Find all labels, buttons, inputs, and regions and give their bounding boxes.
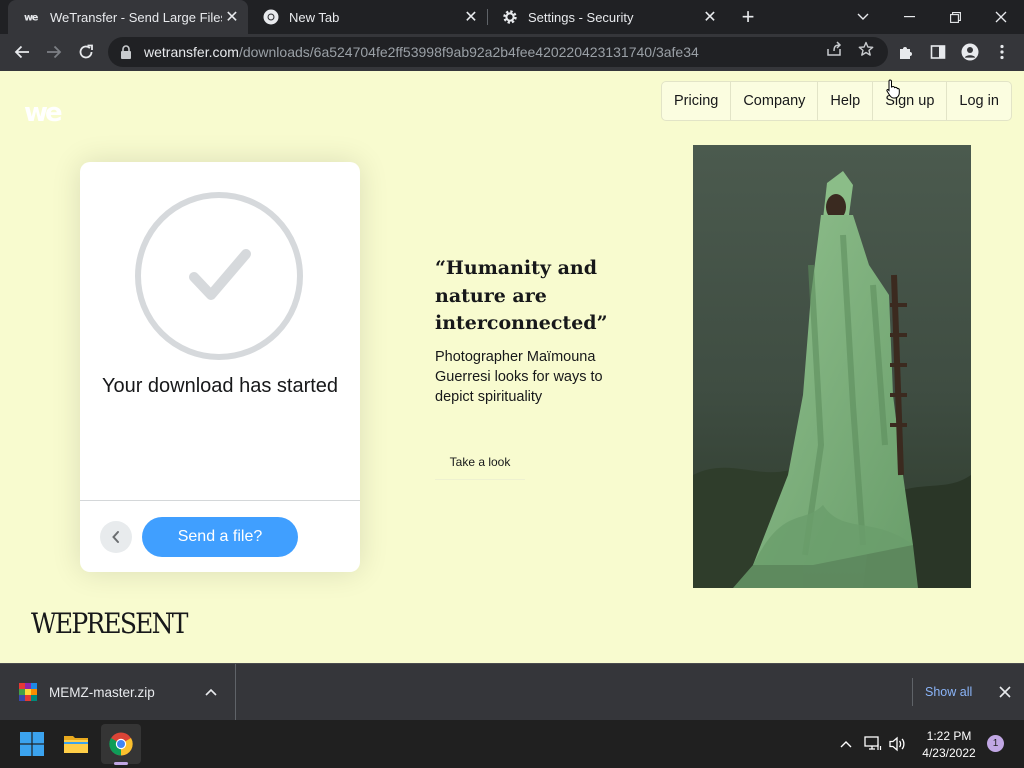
browser-toolbar: wetransfer.com/downloads/6a524704fe2ff53… [0,34,1024,71]
download-card: Your download has started Send a file? [80,162,360,572]
network-icon[interactable] [863,734,883,754]
clock-time: 1:22 PM [926,729,972,743]
wetransfer-logo[interactable]: we [24,98,63,128]
gear-icon [502,9,518,25]
wepresent-logo[interactable]: WEPRESENT [31,607,188,639]
url-host: wetransfer.com [144,44,239,60]
tab-settings-security[interactable]: Settings - Security ✕ [486,0,726,34]
reload-icon[interactable] [72,38,100,66]
start-button[interactable] [12,724,52,764]
close-shelf-icon[interactable] [994,681,1016,703]
url-text: wetransfer.com/downloads/6a524704fe2ff53… [144,44,699,60]
nav-company[interactable]: Company [731,82,819,120]
file-explorer-button[interactable] [56,724,96,764]
chevron-left-icon [112,531,119,543]
volume-icon[interactable] [888,734,908,754]
feature-quote: “Humanity and nature are interconnected” [435,257,608,334]
close-tab-icon[interactable]: ✕ [700,7,720,27]
nav-pricing[interactable]: Pricing [662,82,732,120]
feature-photo[interactable] [693,145,971,588]
checkmark-circle-icon [135,192,303,360]
svg-text:we: we [24,13,39,22]
wetransfer-icon: we [24,9,40,25]
zip-archive-icon [19,683,37,701]
download-shelf: MEMZ-master.zip Show all [0,663,1024,720]
feature-description: Photographer Maïmouna Guerresi looks for… [435,349,603,405]
share-icon[interactable] [826,41,842,57]
download-item[interactable]: MEMZ-master.zip [0,664,236,720]
close-tab-icon[interactable]: ✕ [222,7,242,27]
download-filename: MEMZ-master.zip [49,684,155,700]
nav-help[interactable]: Help [818,82,874,120]
restore-button[interactable] [932,0,978,34]
nav-sign-up[interactable]: Sign up [873,82,948,120]
minimize-button[interactable] [886,0,932,34]
bookmark-star-icon[interactable] [858,41,874,57]
tab-new-tab[interactable]: New Tab ✕ [247,0,487,34]
profile-avatar-icon[interactable] [956,38,984,66]
windows-logo-icon [20,732,44,756]
side-panel-icon[interactable] [924,38,952,66]
clock-date: 4/23/2022 [922,746,976,760]
folder-icon [64,736,88,753]
extensions-puzzle-icon[interactable] [892,38,920,66]
show-all-button[interactable]: Show all [912,678,972,706]
menu-kebab-icon[interactable] [988,38,1016,66]
lock-icon[interactable] [120,45,134,59]
notification-badge[interactable]: 1 [987,735,1004,752]
tab-label: New Tab [289,9,340,25]
chrome-icon [109,732,133,756]
tray-chevron-up-icon[interactable] [836,734,856,754]
close-window-button[interactable] [978,0,1024,34]
system-clock[interactable]: 1:22 PM 4/23/2022 [914,728,984,762]
tab-search-icon[interactable] [840,0,886,34]
download-status-text: Your download has started [101,375,339,397]
address-bar[interactable]: wetransfer.com/downloads/6a524704fe2ff53… [108,37,888,67]
take-a-look-button[interactable]: Take a look [435,444,525,480]
back-arrow-icon[interactable] [8,38,36,66]
mouse-cursor-icon [886,79,900,99]
tab-strip: we WeTransfer - Send Large Files & S ✕ N… [0,0,1024,34]
chevron-up-icon[interactable] [201,688,221,696]
send-file-button[interactable]: Send a file? [142,517,298,557]
tab-wetransfer[interactable]: we WeTransfer - Send Large Files & S ✕ [8,0,248,34]
back-button[interactable] [100,521,132,553]
chrome-icon [263,9,279,25]
windows-taskbar: 1:22 PM 4/23/2022 1 [0,720,1024,768]
active-app-indicator [114,762,128,765]
tab-label: WeTransfer - Send Large Files & S [50,9,222,25]
top-navigation: Pricing Company Help Sign up Log in [661,81,1012,121]
tab-label: Settings - Security [528,9,634,25]
forward-arrow-icon[interactable] [40,38,68,66]
nav-log-in[interactable]: Log in [947,82,1011,120]
card-divider [80,500,360,501]
url-path: /downloads/6a524704fe2ff53998f9ab92a2b4f… [238,44,699,60]
wetransfer-page: we Pricing Company Help Sign up Log in Y… [0,71,1024,663]
new-tab-button[interactable]: + [736,4,760,29]
chrome-taskbar-button[interactable] [101,724,141,764]
close-tab-icon[interactable]: ✕ [461,7,481,27]
